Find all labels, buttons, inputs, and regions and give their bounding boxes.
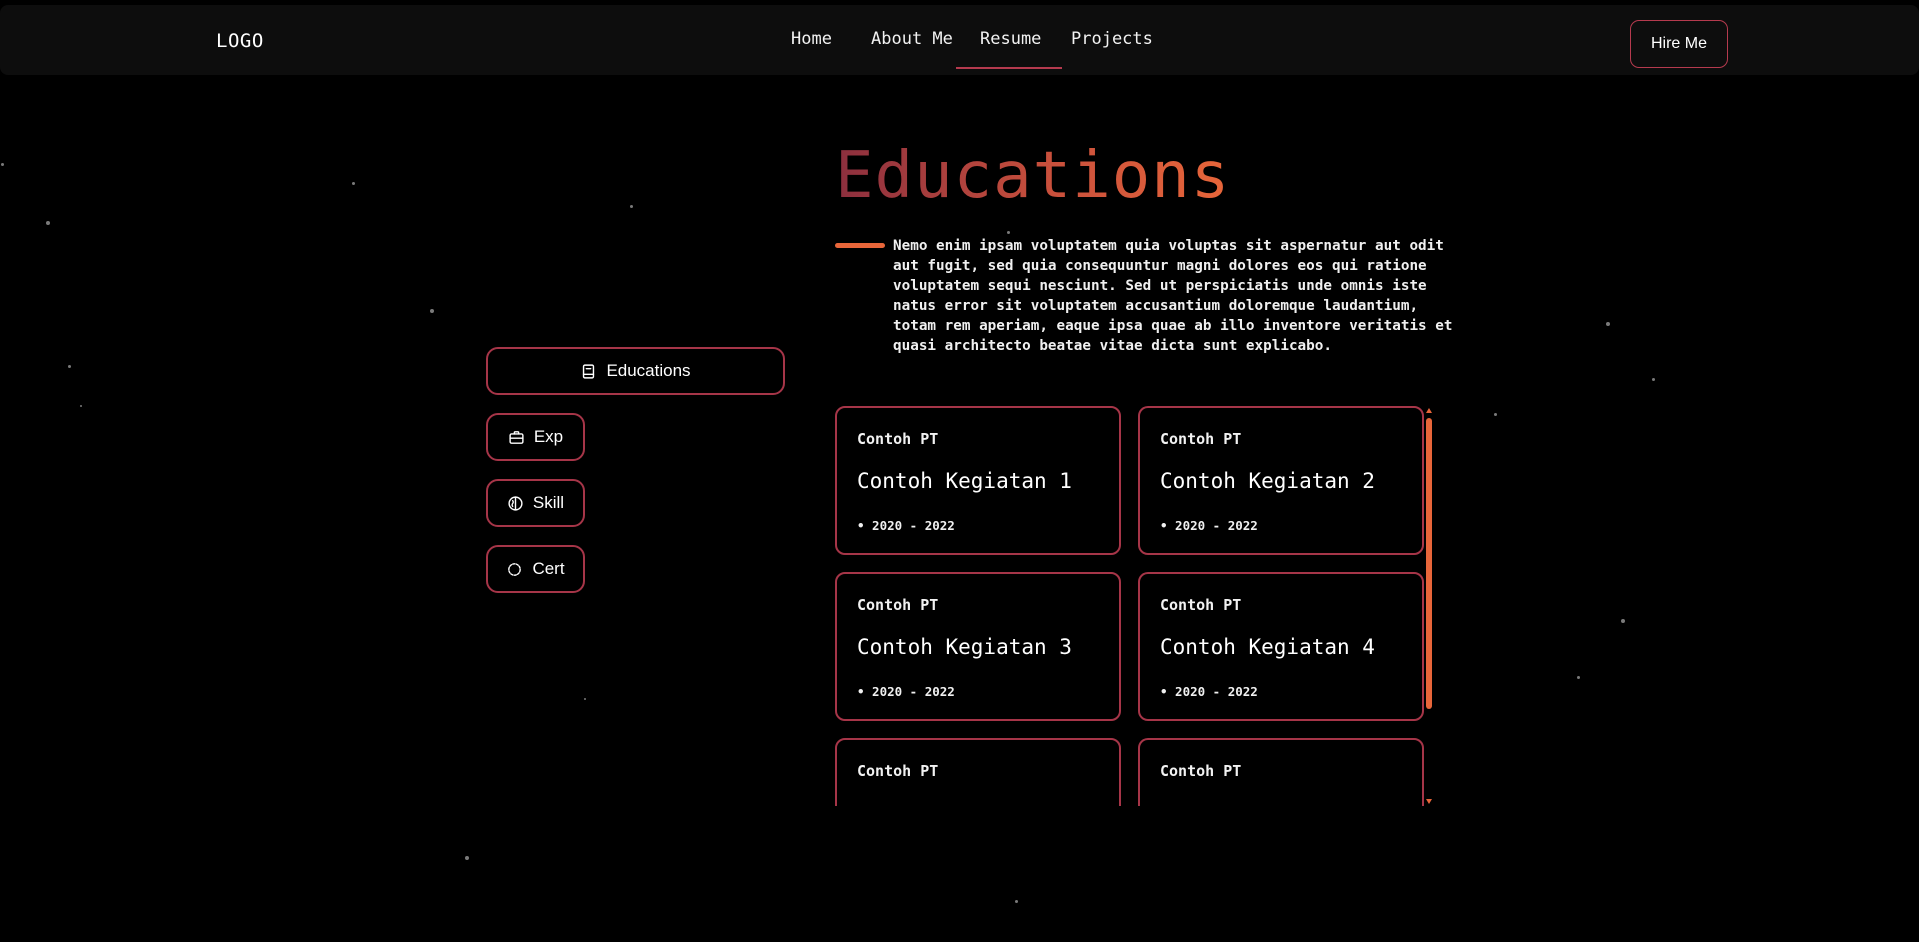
- scrollbar-thumb[interactable]: [1426, 418, 1432, 709]
- description-accent-bar: [835, 243, 885, 248]
- card-company: Contoh PT: [857, 762, 939, 780]
- tab-label: Exp: [533, 427, 564, 446]
- star: [584, 698, 586, 700]
- card-company: Contoh PT: [1160, 430, 1242, 448]
- tab-skill[interactable]: Skill: [486, 479, 585, 527]
- star: [68, 365, 71, 368]
- card-period: • 2020 - 2022: [1160, 518, 1258, 533]
- card-period: • 2020 - 2022: [857, 684, 955, 699]
- tab-label: Skill: [532, 493, 565, 512]
- hire-me-button[interactable]: Hire Me: [1630, 20, 1728, 68]
- tab-label: Educations: [606, 361, 691, 380]
- nav-active-indicator: [956, 67, 1062, 69]
- cards-grid[interactable]: Contoh PT Contoh Kegiatan 1 • 2020 - 202…: [835, 406, 1435, 806]
- book-icon: [583, 363, 595, 379]
- logo[interactable]: LOGO: [216, 30, 264, 52]
- card-company: Contoh PT: [857, 430, 939, 448]
- nav-link-about-me[interactable]: About Me: [871, 29, 953, 49]
- section-description: Nemo enim ipsam voluptatem quia voluptas…: [893, 238, 1453, 354]
- badge-icon: [508, 562, 522, 576]
- education-card[interactable]: Contoh PT Contoh Kegiatan 1 • 2020 - 202…: [835, 406, 1121, 555]
- education-card[interactable]: Contoh PT Contoh Kegiatan 3 • 2020 - 202…: [835, 572, 1121, 721]
- star: [1007, 231, 1010, 234]
- page: LOGO Home About Me Resume Projects Hire …: [0, 0, 1919, 942]
- card-company: Contoh PT: [1160, 762, 1242, 780]
- star: [1015, 900, 1018, 903]
- star: [430, 309, 434, 313]
- star: [1652, 378, 1655, 381]
- education-card[interactable]: Contoh PT Contoh Kegiatan 2 • 2020 - 202…: [1138, 406, 1424, 555]
- star: [1577, 676, 1580, 679]
- card-period: • 2020 - 2022: [1160, 684, 1258, 699]
- star: [1, 163, 4, 166]
- card-title: Contoh Kegiatan 3: [857, 635, 1072, 659]
- scroll-up-icon[interactable]: [1426, 408, 1432, 413]
- card-company: Contoh PT: [1160, 596, 1242, 614]
- card-company: Contoh PT: [857, 596, 939, 614]
- tab-label: Cert: [532, 559, 565, 578]
- nav-link-projects[interactable]: Projects: [1071, 29, 1153, 49]
- brain-icon: [508, 495, 523, 511]
- education-card[interactable]: Contoh PT: [1138, 738, 1424, 806]
- nav-link-resume[interactable]: Resume: [980, 29, 1041, 49]
- navbar: LOGO Home About Me Resume Projects Hire …: [0, 5, 1919, 75]
- cards-scrollbar[interactable]: [1426, 406, 1433, 806]
- star: [352, 182, 355, 185]
- nav-link-home[interactable]: Home: [791, 29, 832, 49]
- tab-educations[interactable]: Educations: [486, 347, 785, 395]
- tab-exp[interactable]: Exp: [486, 413, 585, 461]
- star: [630, 205, 633, 208]
- section-title: Educations: [835, 139, 1231, 213]
- education-card[interactable]: Contoh PT: [835, 738, 1121, 806]
- tab-cert[interactable]: Cert: [486, 545, 585, 593]
- star: [1494, 413, 1497, 416]
- card-title: Contoh Kegiatan 2: [1160, 469, 1375, 493]
- card-title: Contoh Kegiatan 1: [857, 469, 1072, 493]
- card-title: Contoh Kegiatan 4: [1160, 635, 1375, 659]
- briefcase-icon: [509, 430, 524, 444]
- card-period: • 2020 - 2022: [857, 518, 955, 533]
- scroll-down-icon[interactable]: [1426, 799, 1432, 804]
- star: [1621, 619, 1625, 623]
- star: [1606, 322, 1610, 326]
- education-card[interactable]: Contoh PT Contoh Kegiatan 4 • 2020 - 202…: [1138, 572, 1424, 721]
- star: [80, 405, 82, 407]
- star: [46, 221, 50, 225]
- star: [465, 856, 469, 860]
